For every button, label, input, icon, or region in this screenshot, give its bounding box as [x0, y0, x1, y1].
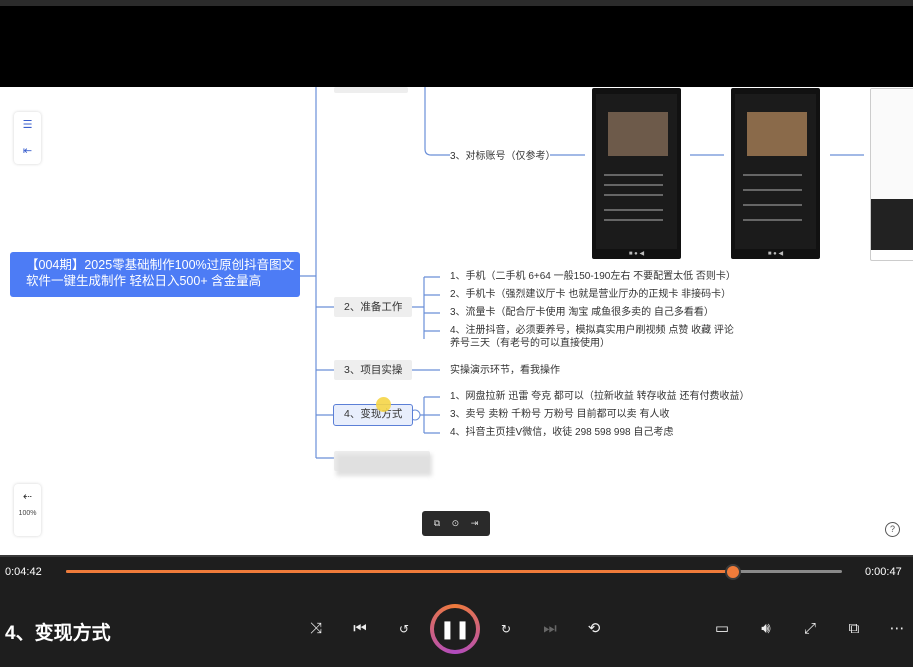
mindmap-node-hidden — [334, 87, 408, 93]
help-icon[interactable]: ? — [885, 522, 900, 537]
blurred-node-text — [336, 454, 432, 476]
seek-bar-thumb[interactable] — [725, 564, 742, 580]
reference-screenshot-2[interactable]: ■ ● ◀ — [731, 88, 820, 259]
fullscreen-icon[interactable]: ⤢ — [797, 616, 823, 642]
branch-practice[interactable]: 3、项目实操 — [334, 360, 413, 380]
previous-icon[interactable]: ⏮ — [347, 616, 373, 642]
subtitles-icon[interactable]: ▭ — [709, 616, 735, 642]
zoom-toolbar: ⇠ 100% — [14, 484, 41, 536]
forward-30-icon[interactable]: ↻ — [493, 616, 519, 642]
prep-item-2[interactable]: 2、手机卡（强烈建议厅卡 也就是营业厅办的正规卡 非接码卡） — [450, 288, 731, 301]
miniplayer-icon[interactable]: ⧉ — [841, 616, 867, 642]
branch-prep[interactable]: 2、准备工作 — [334, 297, 413, 317]
prep-item-3[interactable]: 3、流量卡（配合厅卡使用 淘宝 咸鱼很多卖的 自己多看看） — [450, 306, 714, 319]
next-icon[interactable]: ⏭ — [537, 616, 563, 642]
volume-icon[interactable]: 🔊︎ — [753, 616, 779, 642]
seek-bar-fill — [66, 570, 732, 573]
pause-button[interactable]: ❚❚ — [430, 604, 480, 654]
list-icon[interactable]: ☰ — [14, 112, 41, 138]
reference-screenshot-1[interactable]: ■ ● ◀ — [592, 88, 681, 259]
pause-icon: ❚❚ — [434, 608, 476, 650]
monetize-item-3[interactable]: 4、抖音主页挂V微信，收徒 298 598 998 自己考虑 — [450, 426, 673, 439]
floating-toolbar: ⧉ ⊙ ⇥ — [422, 511, 490, 536]
collapse-icon[interactable]: ⇠ — [14, 484, 41, 510]
more-icon[interactable]: ⋯ — [884, 616, 910, 642]
copy-icon[interactable]: ⧉ — [434, 518, 440, 529]
rewind-10-icon[interactable]: ↺ — [391, 616, 417, 642]
root-title-line2: 软件一键生成制作 轻松日入500+ 含金量高 — [26, 274, 262, 288]
exit-icon[interactable]: ⇥ — [471, 518, 479, 529]
monetize-item-1[interactable]: 1、网盘拉新 迅雷 夸克 都可以（拉新收益 转存收益 还有付费收益） — [450, 390, 749, 403]
prep-item-4[interactable]: 4、注册抖音，必须要养号，模拟真实用户刷视频 点赞 收藏 评论 养号三天（有老号… — [450, 324, 740, 350]
top-strip — [0, 0, 913, 6]
prep-item-1[interactable]: 1、手机（二手机 6+64 一般150-190左右 不要配置太低 否则卡） — [450, 270, 736, 283]
leaf-benchmark-accounts[interactable]: 3、对标账号（仅参考） — [450, 150, 556, 163]
zoom-level: 100% — [18, 510, 37, 517]
mindmap-canvas: ☰ ⇤ ⇠ 100% 【004期】2025零基础制作100%过原创抖音图文 软件… — [0, 87, 913, 555]
elapsed-time: 0:04:42 — [5, 566, 42, 578]
repeat-off-icon[interactable]: ⟲ — [581, 616, 607, 642]
monetize-item-2[interactable]: 3、卖号 卖粉 千粉号 万粉号 目前都可以卖 有人收 — [450, 408, 669, 421]
mindmap-root-node[interactable]: 【004期】2025零基础制作100%过原创抖音图文 软件一键生成制作 轻松日入… — [10, 252, 300, 297]
branch-monetize[interactable]: 4、变现方式 — [333, 404, 414, 426]
seek-bar[interactable] — [66, 564, 842, 580]
settings-icon[interactable]: ⊙ — [452, 518, 460, 529]
reference-screenshot-3[interactable] — [870, 88, 913, 261]
chapter-title: 4、变现方式 — [5, 623, 111, 644]
root-title-line1: 【004期】2025零基础制作100%过原创抖音图文 — [26, 258, 295, 272]
outline-toolbar: ☰ ⇤ — [14, 112, 41, 164]
outline-icon[interactable]: ⇤ — [14, 138, 41, 164]
video-player-controls: 0:04:42 0:00:47 4、变现方式 ⤨ ⏮ ↺ ❚❚ ↻ ⏭ ⟲ ▭ … — [0, 555, 913, 667]
player-divider — [0, 555, 913, 557]
mouse-cursor-highlight — [376, 397, 391, 412]
video-top-letterbox — [0, 0, 913, 87]
remaining-time: 0:00:47 — [865, 566, 902, 578]
practice-item[interactable]: 实操演示环节，看我操作 — [450, 364, 560, 377]
shuffle-icon[interactable]: ⤨ — [303, 616, 329, 642]
